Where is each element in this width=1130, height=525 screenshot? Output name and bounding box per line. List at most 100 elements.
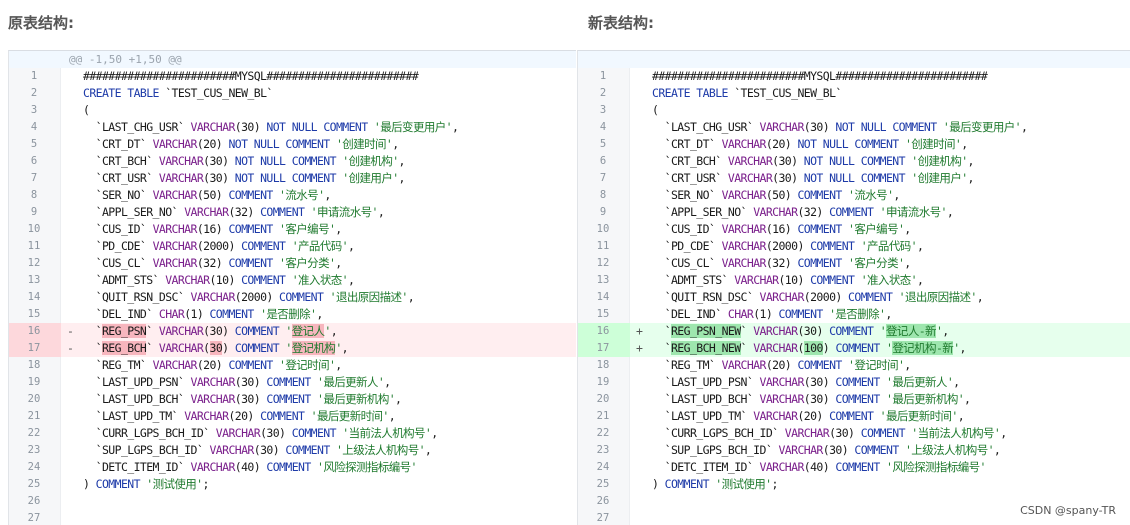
line-number: 10 (27, 223, 41, 235)
code-token: , (335, 222, 342, 236)
code-token: `TEST_CUS_NEW_BL` (158, 86, 273, 100)
code-token: COMMENT (829, 324, 874, 338)
code-token: NOT NULL COMMENT (234, 154, 337, 168)
line-number: 15 (596, 308, 610, 320)
code-line: 5 `CRT_DT` VARCHAR(20) NOT NULL COMMENT … (578, 136, 1130, 153)
line-number: 5 (599, 138, 607, 150)
code-line: 22 `CURR_LGPS_BCH_ID` VARCHAR(30) COMMEN… (9, 425, 576, 442)
code-token: ) (222, 341, 235, 355)
code-token: `LAST_CHG_USR` (652, 120, 760, 134)
code-token: COMMENT (260, 205, 305, 219)
code-token: , (398, 171, 406, 185)
code-token: '创建用户' (911, 171, 968, 185)
code-line: 24 `DETC_ITEM_ID` VARCHAR(40) COMMENT '风… (9, 459, 576, 476)
line-number: 4 (599, 121, 607, 133)
code-token: , (330, 324, 338, 338)
code-token: , (451, 120, 459, 134)
code-text: `LAST_UPD_PSN` VARCHAR(30) COMMENT '最后更新… (652, 374, 960, 391)
code-text: `CUS_ID` VARCHAR(16) COMMENT '客户编号', (652, 221, 912, 238)
code-token: COMMENT (279, 290, 324, 304)
code-token: REG_BCH_NEW (670, 341, 741, 355)
code-text: `PD_CDE` VARCHAR(2000) COMMENT '产品代码', (652, 238, 924, 255)
code-token: VARCHAR (158, 324, 204, 338)
code-token: VARCHAR (753, 409, 798, 423)
code-token: COMMENT (228, 256, 273, 270)
code-text: `CRT_DT` VARCHAR(20) NOT NULL COMMENT '创… (652, 136, 969, 153)
diff-sign: - (67, 324, 74, 338)
code-token: , (961, 137, 968, 151)
code-text: `SUP_LGPS_BCH_ID` VARCHAR(30) COMMENT '上… (83, 442, 432, 459)
code-token: , (946, 205, 954, 219)
code-token: NOT NULL COMMENT (803, 171, 906, 185)
code-token: CREATE TABLE (83, 86, 159, 100)
code-token: `CRT_BCH` (83, 154, 159, 168)
code-text: `DETC_ITEM_ID` VARCHAR(40) COMMENT '风险探测… (652, 459, 987, 476)
code-token: '上级法人机构号' (904, 443, 995, 457)
code-line: 17 + `REG_BCH_NEW` VARCHAR(100) COMMENT '… (578, 340, 1130, 357)
line-number: 22 (596, 427, 610, 439)
code-token: COMMENT (797, 188, 842, 202)
code-text: `SER_NO` VARCHAR(50) COMMENT '流水号', (83, 187, 332, 204)
code-token: `DETC_ITEM_ID` (652, 460, 760, 474)
code-token: '测试使用' (146, 477, 203, 491)
code-token: VARCHAR (759, 460, 805, 474)
code-token: , (885, 307, 892, 321)
code-token: '上级法人机构号' (335, 443, 426, 457)
code-line: 4 `LAST_CHG_USR` VARCHAR(30) NOT NULL CO… (578, 119, 1130, 136)
code-token: (50) (196, 188, 229, 202)
code-token: , (957, 409, 965, 423)
code-text: `REG_BCH` VARCHAR(30) COMMENT '登记机构', (83, 340, 349, 357)
code-line: 12 `CUS_CL` VARCHAR(32) COMMENT '客户分类', (9, 255, 576, 272)
code-token: COMMENT (797, 256, 842, 270)
code-token: '流水号' (848, 188, 894, 202)
code-token: , (335, 358, 342, 372)
code-text: `LAST_UPD_PSN` VARCHAR(30) COMMENT '最后更新… (83, 374, 391, 391)
code-token: `LAST_CHG_USR` (83, 120, 191, 134)
line-number: 23 (596, 444, 610, 456)
code-token: VARCHAR (721, 137, 767, 151)
code-token: `DEL_IND` (83, 307, 159, 321)
csdn-watermark: CSDN @spany-TR (1020, 504, 1116, 517)
code-token: '当前法人机构号' (911, 426, 1001, 440)
code-token: VARCHAR (759, 290, 805, 304)
code-line: 3( (9, 102, 576, 119)
code-token: `LAST_UPD_PSN` (652, 375, 760, 389)
code-token: `QUIT_RSN_DSC` (652, 290, 760, 304)
code-token: ' (285, 341, 292, 355)
code-text: `LAST_UPD_BCH` VARCHAR(30) COMMENT '最后更新… (83, 391, 402, 408)
code-token: '退出原因描述' (329, 290, 409, 304)
code-token: ` (652, 341, 672, 355)
code-token: VARCHAR (727, 171, 773, 185)
line-number: 27 (596, 512, 610, 524)
code-token: COMMENT (854, 443, 899, 457)
hunk-header-row (578, 51, 1130, 68)
code-token: '最后更新人' (317, 375, 385, 389)
code-token: '产品代码' (860, 239, 918, 253)
code-token: VARCHAR (778, 443, 823, 457)
code-line: 8 `SER_NO` VARCHAR(50) COMMENT '流水号', (9, 187, 576, 204)
code-token: '创建机构' (911, 154, 968, 168)
code-token: VARCHAR (753, 341, 798, 355)
code-token: (40) (803, 460, 836, 474)
code-token: VARCHAR (784, 426, 830, 440)
line-number: 26 (596, 495, 610, 507)
code-token: COMMENT (241, 239, 286, 253)
code-token: (20) (196, 137, 229, 151)
line-number: 8 (30, 189, 38, 201)
code-token: COMMENT (260, 409, 305, 423)
code-token: COMMENT (234, 324, 280, 338)
code-token: `SUP_LGPS_BCH_ID` (652, 443, 779, 457)
code-line: 11 `PD_CDE` VARCHAR(2000) COMMENT '产品代码'… (578, 238, 1130, 255)
code-text: `SUP_LGPS_BCH_ID` VARCHAR(30) COMMENT '上… (652, 442, 1001, 459)
code-token: VARCHAR (721, 256, 767, 270)
code-token: , (316, 307, 323, 321)
code-token: '客户编号' (848, 222, 905, 236)
line-number: 3 (599, 104, 607, 116)
code-token: 登记机构 (291, 341, 336, 355)
code-text: `CURR_LGPS_BCH_ID` VARCHAR(30) COMMENT '… (83, 425, 439, 442)
code-token: VARCHAR (152, 256, 198, 270)
code-token: CREATE TABLE (652, 86, 728, 100)
code-token: (32) (797, 205, 830, 219)
hunk-header: @@ -1,50 +1,50 @@ (69, 53, 182, 66)
code-token: VARCHAR (721, 239, 767, 253)
